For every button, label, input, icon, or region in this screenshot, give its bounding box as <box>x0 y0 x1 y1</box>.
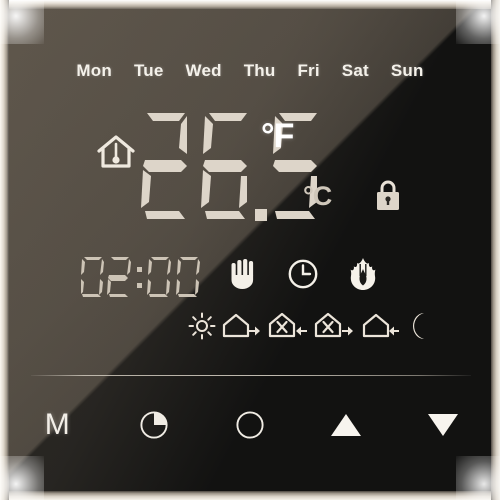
temperature-value <box>141 113 317 221</box>
clock-button[interactable] <box>105 395 201 455</box>
bezel-left <box>0 0 9 500</box>
triangle-down-icon <box>427 414 458 436</box>
hand-icon <box>231 259 254 289</box>
weekday-fri[interactable]: Fri <box>297 61 319 81</box>
clock-colon <box>137 267 142 288</box>
triangle-up-icon <box>331 414 362 436</box>
clock-quadrant-icon <box>140 411 168 439</box>
unit-celsius[interactable]: °C <box>303 183 332 210</box>
house-leave-icon[interactable] <box>221 311 261 341</box>
padlock-locked-icon[interactable] <box>373 179 403 213</box>
power-circle-icon <box>236 411 264 439</box>
house-meal-leave-icon[interactable] <box>313 311 355 341</box>
clock-digit-2 <box>107 257 131 297</box>
decrease-button[interactable] <box>395 395 491 455</box>
clock-digit-0a <box>81 257 104 297</box>
mode-button-label: M <box>44 408 70 441</box>
button-row: M <box>9 395 491 455</box>
temperature-display: °F °C <box>9 113 491 233</box>
temp-decimal-point <box>255 209 267 221</box>
house-return-icon[interactable] <box>360 311 400 341</box>
weekday-row: Mon Tue Wed Thu Fri Sat Sun <box>9 61 491 81</box>
moon-icon[interactable] <box>405 311 431 341</box>
clock-time <box>81 257 200 297</box>
section-divider <box>31 375 471 376</box>
bezel-right <box>491 0 500 500</box>
schedule-period-row <box>9 311 491 341</box>
temp-digit-2 <box>141 113 187 219</box>
weekday-sun[interactable]: Sun <box>391 61 424 81</box>
clock-icon <box>288 259 318 289</box>
bezel-bottom <box>0 491 500 500</box>
weekday-mon[interactable]: Mon <box>76 61 112 81</box>
status-icon-row <box>229 257 377 291</box>
weekday-tue[interactable]: Tue <box>134 61 164 81</box>
thermostat-device: Mon Tue Wed Thu Fri Sat Sun °F °C M <box>0 0 500 500</box>
clock-status-row <box>9 253 491 305</box>
clock-digit-0c <box>176 257 200 297</box>
bezel-top <box>0 0 500 9</box>
weekday-thu[interactable]: Thu <box>244 61 276 81</box>
weekday-wed[interactable]: Wed <box>186 61 222 81</box>
weekday-sat[interactable]: Sat <box>342 61 369 81</box>
clock-digit-0b <box>147 257 171 297</box>
increase-button[interactable] <box>298 395 394 455</box>
sun-icon[interactable] <box>188 312 216 340</box>
temp-digit-6 <box>201 113 247 219</box>
unit-fahrenheit[interactable]: °F <box>261 119 294 153</box>
flame-icon <box>350 258 376 290</box>
house-meal-return-icon[interactable] <box>266 311 308 341</box>
house-thermometer-icon <box>97 135 135 168</box>
thermostat-screen: Mon Tue Wed Thu Fri Sat Sun °F °C M <box>9 9 491 491</box>
mode-button[interactable]: M <box>9 395 105 455</box>
power-button[interactable] <box>202 395 298 455</box>
